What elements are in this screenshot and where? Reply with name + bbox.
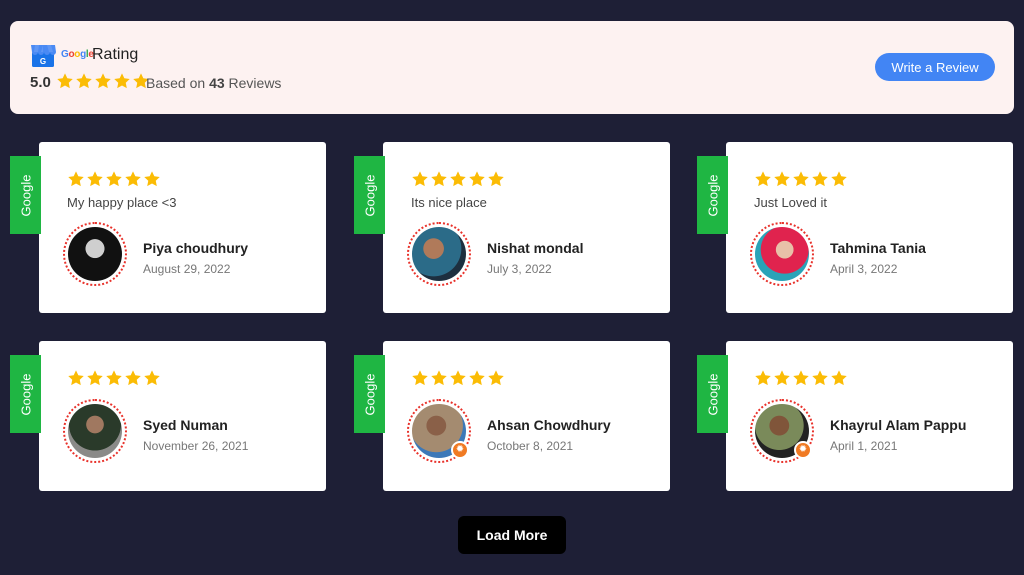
review-star-rating — [67, 170, 161, 188]
source-ribbon: Google — [10, 156, 41, 234]
source-ribbon: Google — [697, 355, 728, 433]
star-icon — [755, 370, 771, 386]
local-guide-badge-icon: ✹ — [794, 441, 812, 459]
source-ribbon: Google — [354, 156, 385, 234]
star-icon — [87, 171, 103, 187]
source-label: Google — [705, 174, 721, 216]
star-icon — [469, 171, 485, 187]
star-icon — [87, 370, 103, 386]
review-star-rating — [411, 170, 505, 188]
avatar — [412, 227, 466, 281]
review-star-rating — [67, 369, 161, 387]
avatar-ring — [407, 222, 471, 286]
star-icon — [755, 171, 771, 187]
google-my-business-icon: G — [31, 45, 56, 67]
reviewer-name: Tahmina Tania — [830, 240, 926, 256]
source-label: Google — [18, 373, 34, 415]
star-icon — [57, 73, 73, 89]
review-card: Google ✹ Khayrul Alam Pappu April 1, 202… — [697, 341, 1013, 491]
review-date: November 26, 2021 — [143, 439, 249, 453]
header-star-rating — [56, 72, 150, 90]
star-icon — [144, 370, 160, 386]
star-icon — [831, 171, 847, 187]
avatar — [68, 404, 122, 458]
reviewer-name: Khayrul Alam Pappu — [830, 417, 967, 433]
star-icon — [450, 370, 466, 386]
average-score: 5.0 — [30, 74, 51, 91]
avatar-ring — [750, 222, 814, 286]
source-label: Google — [705, 373, 721, 415]
review-card: Google My happy place <3 Piya choudhury … — [10, 142, 326, 313]
star-icon — [68, 171, 84, 187]
star-icon — [106, 370, 122, 386]
review-date: October 8, 2021 — [487, 439, 574, 453]
star-icon — [488, 171, 504, 187]
reviewer-name: Nishat mondal — [487, 240, 584, 256]
star-icon — [469, 370, 485, 386]
review-text: Just Loved it — [754, 195, 827, 210]
star-icon — [431, 370, 447, 386]
review-card: Google Its nice place Nishat mondal July… — [354, 142, 670, 313]
review-card: Google Just Loved it Tahmina Tania April… — [697, 142, 1013, 313]
reviews-label: Reviews — [228, 75, 282, 91]
star-icon — [412, 370, 428, 386]
star-icon — [76, 73, 92, 89]
star-icon — [793, 171, 809, 187]
review-date: August 29, 2022 — [143, 262, 231, 276]
reviewer-name: Ahsan Chowdhury — [487, 417, 611, 433]
review-star-rating — [411, 369, 505, 387]
star-icon — [95, 73, 111, 89]
star-icon — [812, 171, 828, 187]
review-date: April 3, 2022 — [830, 262, 898, 276]
avatar — [755, 227, 809, 281]
star-icon — [106, 171, 122, 187]
avatar-ring — [63, 399, 127, 463]
review-star-rating — [754, 170, 848, 188]
review-text: My happy place <3 — [67, 195, 177, 210]
google-wordmark: Google — [61, 49, 94, 60]
review-card: Google ✹ Ahsan Chowdhury October 8, 2021 — [354, 341, 670, 491]
reviewer-name: Piya choudhury — [143, 240, 249, 256]
star-icon — [431, 171, 447, 187]
source-label: Google — [362, 174, 378, 216]
load-more-button[interactable]: Load More — [458, 516, 566, 554]
svg-text:G: G — [40, 57, 46, 66]
based-on-label: Based on — [146, 75, 206, 91]
star-icon — [774, 171, 790, 187]
star-icon — [774, 370, 790, 386]
star-icon — [412, 171, 428, 187]
source-label: Google — [18, 174, 34, 216]
star-icon — [125, 370, 141, 386]
reviewer-name: Syed Numan — [143, 417, 228, 433]
review-date: July 3, 2022 — [487, 262, 552, 276]
review-text: Its nice place — [411, 195, 487, 210]
review-count: 43 — [209, 75, 225, 91]
star-icon — [450, 171, 466, 187]
star-icon — [114, 73, 130, 89]
source-ribbon: Google — [697, 156, 728, 234]
avatar-ring — [63, 222, 127, 286]
source-ribbon: Google — [354, 355, 385, 433]
review-card: Google Syed Numan November 26, 2021 — [10, 341, 326, 491]
avatar — [68, 227, 122, 281]
review-date: April 1, 2021 — [830, 439, 898, 453]
star-icon — [68, 370, 84, 386]
star-icon — [144, 171, 160, 187]
write-review-button[interactable]: Write a Review — [875, 53, 995, 81]
local-guide-badge-icon: ✹ — [451, 441, 469, 459]
rating-summary-header: G Google Rating 5.0 Based on 43 Reviews … — [10, 21, 1014, 114]
star-icon — [488, 370, 504, 386]
star-icon — [125, 171, 141, 187]
header-title: Rating — [92, 46, 139, 63]
source-ribbon: Google — [10, 355, 41, 433]
review-star-rating — [754, 369, 848, 387]
star-icon — [793, 370, 809, 386]
star-icon — [812, 370, 828, 386]
review-count-text: Based on 43 Reviews — [146, 75, 281, 91]
star-icon — [831, 370, 847, 386]
source-label: Google — [362, 373, 378, 415]
